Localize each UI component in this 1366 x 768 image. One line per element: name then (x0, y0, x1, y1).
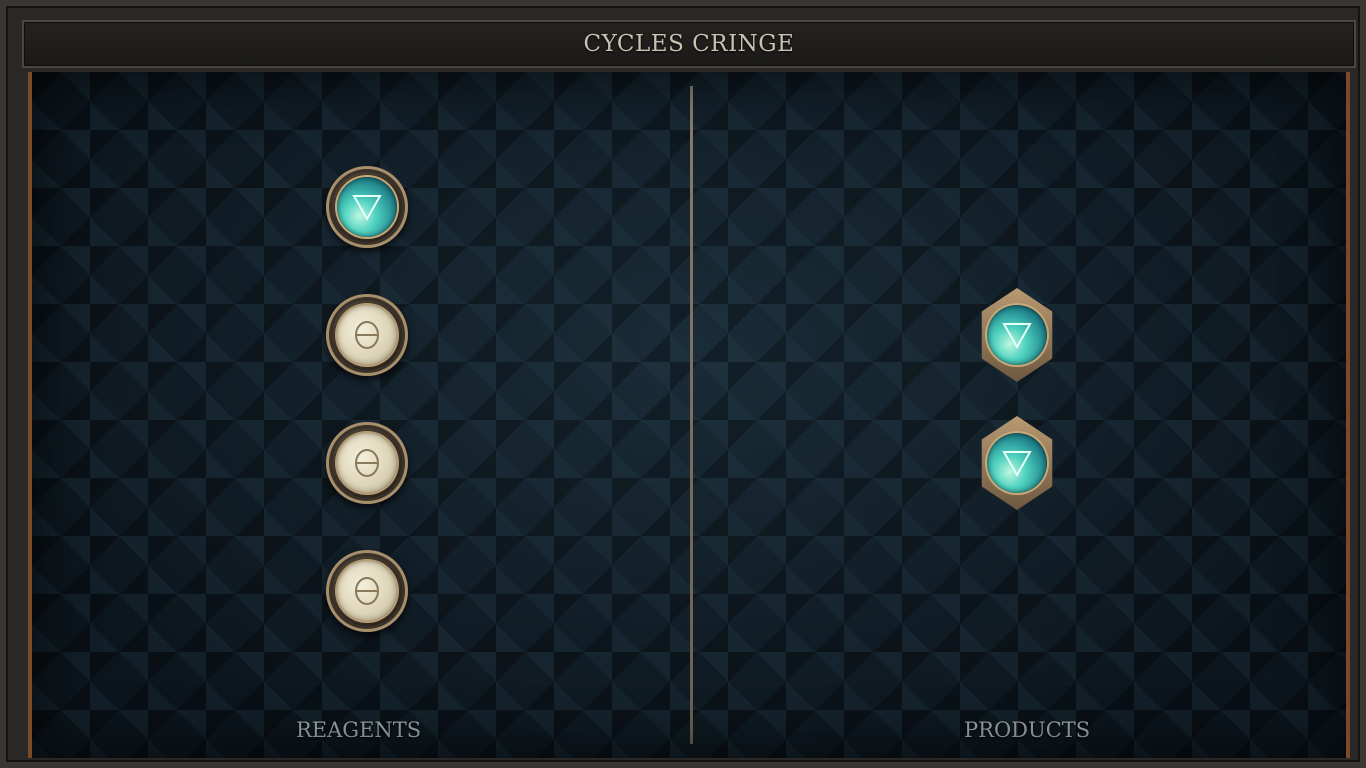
title-bar: CYCLES CRINGE (22, 20, 1356, 68)
water-triangle-icon (1002, 323, 1032, 350)
reagent-atom-water[interactable] (326, 166, 408, 248)
salt-orb (337, 305, 397, 365)
salt-orb (337, 433, 397, 493)
reagent-atom-salt[interactable] (326, 422, 408, 504)
panel-divider (690, 86, 693, 744)
water-orb (987, 305, 1047, 365)
water-triangle-icon (352, 195, 382, 222)
salt-theta-icon (355, 577, 379, 605)
product-atom-water[interactable] (981, 288, 1053, 382)
salt-theta-icon (355, 321, 379, 349)
water-triangle-icon (1002, 451, 1032, 478)
puzzle-board: REAGENTS PRODUCTS (28, 72, 1350, 758)
window-frame: CYCLES CRINGE REAGENTS PRODUCTS (0, 0, 1366, 768)
reagents-label: REAGENTS (296, 718, 422, 742)
reagent-atom-salt[interactable] (326, 550, 408, 632)
product-atom-water[interactable] (981, 416, 1053, 510)
water-orb (337, 177, 397, 237)
products-label: PRODUCTS (964, 718, 1091, 742)
reagent-atom-salt[interactable] (326, 294, 408, 376)
window-title: CYCLES CRINGE (583, 31, 795, 57)
salt-theta-icon (355, 449, 379, 477)
salt-orb (337, 561, 397, 621)
water-orb (987, 433, 1047, 493)
